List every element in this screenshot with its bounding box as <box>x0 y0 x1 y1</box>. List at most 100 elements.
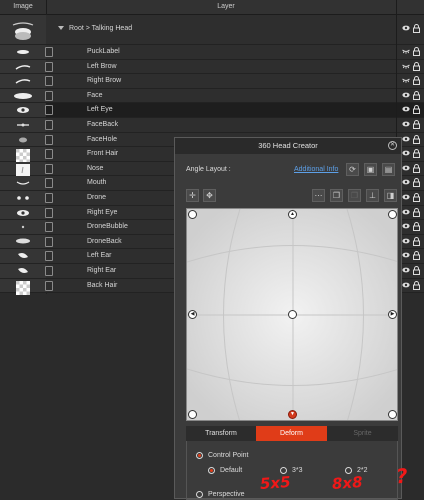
move-all-icon[interactable]: ✥ <box>203 189 216 202</box>
eye-closed-icon[interactable] <box>402 48 410 54</box>
control-point[interactable] <box>188 410 197 419</box>
layer-row-root[interactable]: Root > Talking Head <box>0 15 424 45</box>
lock-icon[interactable] <box>413 163 420 173</box>
eye-icon[interactable] <box>402 223 410 229</box>
file-icon[interactable] <box>45 61 53 72</box>
copy-icon[interactable]: ❐ <box>330 189 343 202</box>
eye-icon[interactable] <box>402 252 410 258</box>
eye-closed-icon[interactable] <box>402 63 410 69</box>
layer-thumbnail <box>0 88 46 103</box>
header-divider <box>46 0 47 14</box>
lock-icon[interactable] <box>413 134 420 144</box>
tab-transform[interactable]: Transform <box>186 426 256 441</box>
layer-name: Left Ear <box>87 252 112 260</box>
lock-icon[interactable] <box>413 47 420 56</box>
layer-name: Left Brow <box>87 62 117 70</box>
eye-icon[interactable] <box>402 267 410 273</box>
lock-icon[interactable] <box>413 222 420 232</box>
eye-icon[interactable] <box>402 150 410 156</box>
eye-icon[interactable] <box>402 25 410 31</box>
file-icon[interactable] <box>45 149 53 160</box>
default-radio[interactable] <box>208 467 215 474</box>
lock-icon[interactable] <box>413 61 420 71</box>
paste-icon[interactable]: ❐ <box>348 189 361 202</box>
file-icon[interactable] <box>45 163 53 174</box>
close-icon[interactable]: ✕ <box>388 141 397 150</box>
control-point-left[interactable]: ◀ <box>188 310 197 319</box>
lock-icon[interactable] <box>413 265 420 275</box>
control-point[interactable] <box>188 210 197 219</box>
file-icon[interactable] <box>45 192 53 203</box>
layer-row[interactable]: Left Brow <box>0 59 424 75</box>
lock-icon[interactable] <box>413 178 420 188</box>
grid-select-icon[interactable]: ⋯ <box>312 189 325 202</box>
file-icon[interactable] <box>45 105 53 116</box>
eye-icon[interactable] <box>402 136 410 142</box>
move-horizontal-icon[interactable]: ✛ <box>186 189 199 202</box>
control-point-right[interactable]: ▶ <box>388 310 397 319</box>
layer-row[interactable]: Right Brow <box>0 74 424 89</box>
file-icon[interactable] <box>45 90 53 101</box>
file-icon[interactable] <box>45 265 53 276</box>
lock-icon[interactable] <box>413 90 420 100</box>
control-point-bottom[interactable]: ▼ <box>288 410 297 419</box>
layer-row[interactable]: FaceBack <box>0 117 424 133</box>
lock-icon[interactable] <box>413 192 420 202</box>
tab-deform[interactable]: Deform <box>256 426 327 441</box>
control-point-radio[interactable] <box>196 452 203 459</box>
file-icon[interactable] <box>45 280 53 291</box>
save-icon[interactable]: ▣ <box>364 163 377 176</box>
eye-icon[interactable] <box>402 238 410 244</box>
file-icon[interactable] <box>45 222 53 233</box>
layer-column-header: Layer <box>217 3 235 10</box>
tab-sprite[interactable]: Sprite <box>327 426 398 441</box>
lock-icon[interactable] <box>413 280 420 290</box>
eye-icon[interactable] <box>402 106 410 112</box>
eye-icon[interactable] <box>402 165 410 171</box>
lock-icon[interactable] <box>413 105 420 115</box>
expand-arrow-icon[interactable] <box>58 26 64 30</box>
3x3-label: 3*3 <box>292 467 303 474</box>
eye-icon[interactable] <box>402 194 410 200</box>
control-point-top[interactable]: ▲ <box>288 210 297 219</box>
file-icon[interactable] <box>45 119 53 130</box>
lock-icon[interactable] <box>413 149 420 159</box>
control-point-label: Control Point <box>208 452 249 459</box>
file-icon[interactable] <box>45 207 53 218</box>
control-point[interactable] <box>388 410 397 419</box>
open-folder-icon[interactable]: ▤ <box>382 163 395 176</box>
file-icon[interactable] <box>45 236 53 247</box>
deform-canvas[interactable]: ▲ ◀ ▶ ▼ <box>186 208 398 421</box>
eye-icon[interactable] <box>402 92 410 98</box>
file-icon[interactable] <box>45 47 53 57</box>
file-icon[interactable] <box>45 178 53 189</box>
eye-icon[interactable] <box>402 282 410 288</box>
eye-closed-icon[interactable] <box>402 77 410 83</box>
lock-icon[interactable] <box>413 251 420 261</box>
lock-icon[interactable] <box>413 119 420 129</box>
file-icon[interactable] <box>45 134 53 145</box>
control-point[interactable] <box>388 210 397 219</box>
refresh-icon[interactable]: ⟳ <box>346 163 359 176</box>
flip-icon[interactable]: ◨ <box>384 189 397 202</box>
eye-icon[interactable] <box>402 121 410 127</box>
file-icon[interactable] <box>45 251 53 262</box>
additional-info-link[interactable]: Additional Info <box>294 166 338 173</box>
control-point-center[interactable] <box>288 310 297 319</box>
perspective-radio[interactable] <box>196 491 203 498</box>
lock-icon[interactable] <box>413 24 420 33</box>
layer-row[interactable]: Face <box>0 88 424 104</box>
layer-name: Left Eye <box>87 106 113 114</box>
layer-row[interactable]: Left Eye <box>0 103 424 118</box>
lock-icon[interactable] <box>413 76 420 86</box>
align-icon[interactable]: ⊥ <box>366 189 379 202</box>
lock-icon[interactable] <box>413 207 420 217</box>
eye-icon[interactable] <box>402 179 410 185</box>
layer-row[interactable]: PuckLabel <box>0 45 424 60</box>
file-icon[interactable] <box>45 76 53 87</box>
layer-name: DroneBack <box>87 237 122 245</box>
layer-name: Face <box>87 91 103 99</box>
eye-icon[interactable] <box>402 209 410 215</box>
lock-icon[interactable] <box>413 236 420 246</box>
layer-name: Right Ear <box>87 266 117 274</box>
